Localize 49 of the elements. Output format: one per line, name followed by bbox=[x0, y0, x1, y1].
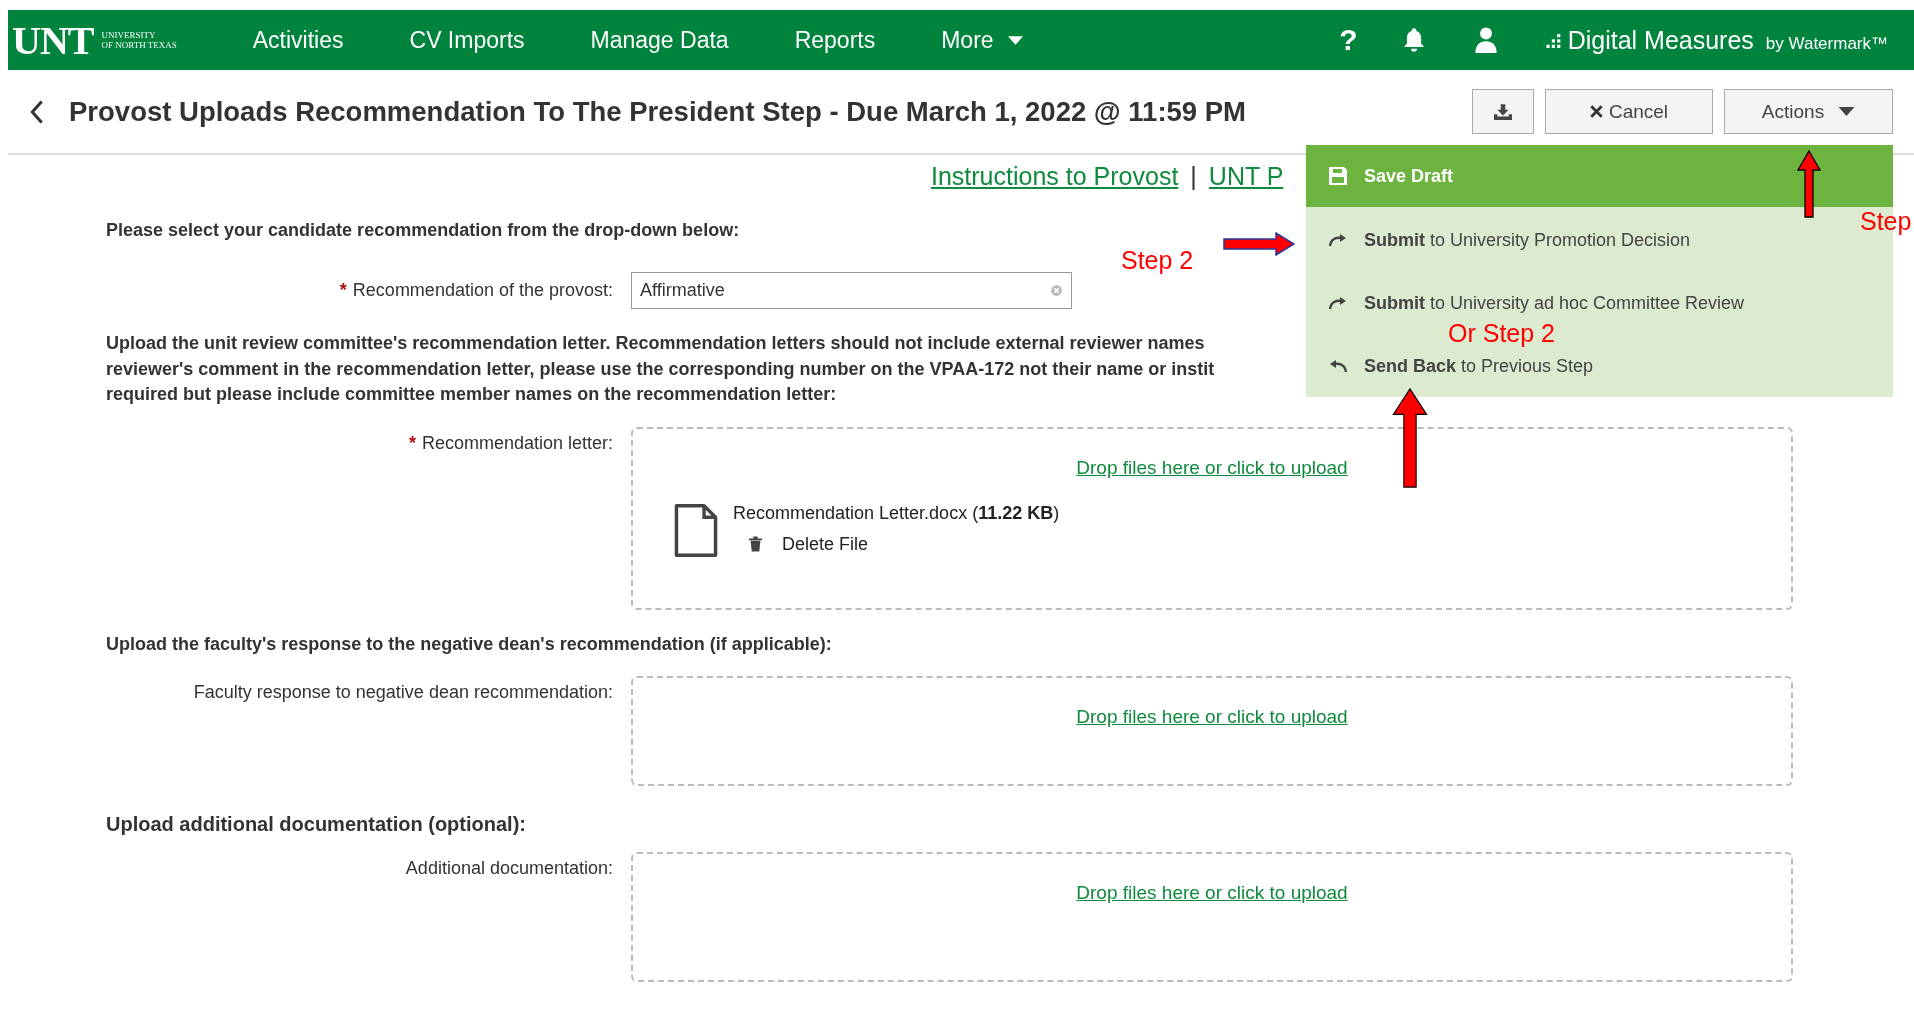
nav-menu-item[interactable]: Manage Data bbox=[590, 26, 729, 54]
user-icon[interactable] bbox=[1473, 27, 1498, 53]
cancel-button[interactable]: Cancel bbox=[1545, 89, 1713, 134]
help-icon[interactable]: ? bbox=[1339, 23, 1358, 57]
delete-file-link[interactable]: Delete File bbox=[782, 533, 869, 555]
nav-menu-item[interactable]: CV Imports bbox=[409, 26, 525, 54]
nav-menu-item[interactable]: More bbox=[941, 26, 1023, 54]
file-name: Recommendation Letter.docx (11.22 KB) bbox=[733, 502, 1060, 524]
field-label: Additional documentation: bbox=[404, 857, 613, 880]
field-label: Faculty response to negative dean recommendation: bbox=[192, 681, 613, 704]
download-button[interactable] bbox=[1472, 89, 1534, 134]
instructions-link[interactable]: Instructions to Provost bbox=[931, 161, 1179, 191]
annotation-label: Step 2 bbox=[1121, 248, 1194, 273]
download-icon bbox=[1494, 103, 1512, 120]
field-label: * Recommendation letter: bbox=[407, 431, 613, 454]
annotation-label: Or Step 2 bbox=[1448, 321, 1555, 346]
field-label: * Recommendation of the provost: bbox=[338, 280, 613, 301]
annotation-arrow bbox=[1797, 150, 1821, 218]
menu-item[interactable]: Submit to University Promotion Decision bbox=[1328, 222, 1691, 258]
upload-instruction: Upload the unit review committee's recommendation letter. Recommendation letters should not include external reviewer names reviewer's comment in the recommendation letter, please use the corresponding number on the VPAA-172 not their name or instit required but please include committee member names on the recommendation letter: bbox=[106, 332, 1215, 407]
trash-icon[interactable] bbox=[749, 536, 762, 553]
file-drop-zone[interactable]: Drop files here or click to upload bbox=[631, 852, 1793, 983]
link-separator: | bbox=[1190, 161, 1197, 191]
select-instruction: Please select your candidate recommendation from the drop-down below: bbox=[106, 219, 740, 242]
upload-instruction: Upload additional documentation (optional): bbox=[106, 812, 526, 838]
upload-link[interactable]: Drop files here or click to upload bbox=[1076, 706, 1348, 729]
menu-item[interactable]: Submit to University ad hoc Committee Review bbox=[1328, 285, 1745, 321]
annotation-arrow bbox=[1223, 232, 1295, 256]
policy-link[interactable]: UNT P bbox=[1208, 161, 1284, 191]
menu-item[interactable]: Send Back to Previous Step bbox=[1328, 348, 1594, 384]
page-title: Provost Uploads Recommendation To The President Step - Due March 1, 2022 @ 11:59 PM bbox=[69, 95, 1247, 128]
upload-instruction: Upload the faculty's response to the negative dean's recommendation (if applicable): bbox=[106, 632, 832, 656]
brand-logo: Digital Measures by Watermark™ bbox=[1545, 25, 1888, 55]
upload-link[interactable]: Drop files here or click to upload bbox=[1076, 456, 1348, 479]
actions-button[interactable]: Actions bbox=[1724, 89, 1893, 134]
upload-link[interactable]: Drop files here or click to upload bbox=[1076, 882, 1348, 905]
annotation-label: Step bbox=[1860, 209, 1912, 234]
notification-bell-icon[interactable] bbox=[1401, 27, 1426, 53]
save-icon bbox=[1328, 166, 1348, 186]
close-icon bbox=[1589, 105, 1603, 118]
document-icon bbox=[673, 502, 719, 559]
nav-menu-item[interactable]: Reports bbox=[794, 26, 876, 54]
menu-item[interactable]: Save Draft bbox=[1306, 145, 1893, 207]
file-drop-zone[interactable]: Drop files here or click to upload bbox=[631, 676, 1793, 787]
back-icon[interactable] bbox=[30, 98, 44, 125]
recommendation-select[interactable]: Affirmative bbox=[631, 272, 1072, 309]
caret-icon bbox=[1838, 107, 1856, 116]
nav-menu-item[interactable]: Activities bbox=[252, 26, 344, 54]
caret-icon bbox=[1007, 35, 1023, 45]
